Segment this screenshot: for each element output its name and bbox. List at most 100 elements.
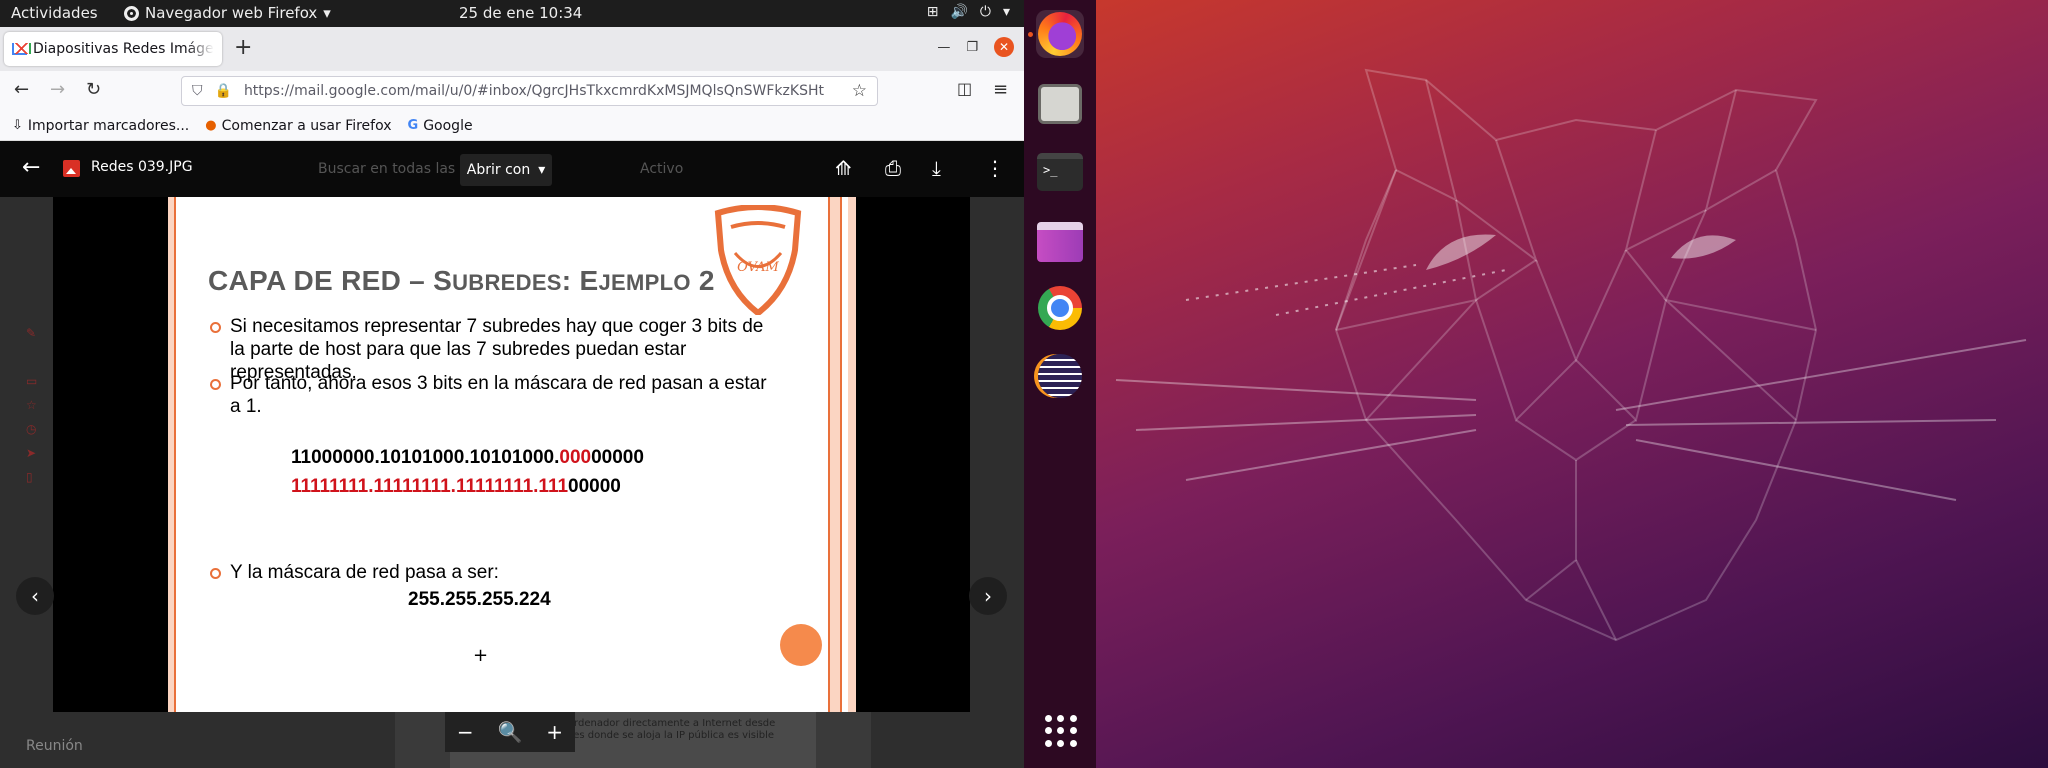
- viewer-toolbar: ← Redes 039.JPG Buscar en todas las Acti…: [0, 141, 1024, 197]
- slide-frame-right-inner: [828, 197, 842, 712]
- zoom-reset-icon[interactable]: 🔍: [498, 720, 523, 744]
- slide-bullet: Por tanto, ahora esos 3 bits en la másca…: [208, 372, 768, 418]
- add-to-drive-icon[interactable]: ⟰: [835, 156, 852, 180]
- dock-chrome[interactable]: [1036, 284, 1084, 332]
- desktop-wallpaper: [1096, 0, 2048, 768]
- software-store-icon: [1037, 222, 1083, 262]
- files-icon: [1038, 84, 1082, 124]
- binary-segment: 11111111.11111111.11111111.111: [291, 476, 569, 497]
- google-icon: G: [407, 118, 419, 133]
- slide-orange-circle: [780, 624, 822, 666]
- ubuntu-dock: >_: [1024, 0, 1096, 768]
- minimize-icon[interactable]: —: [937, 40, 950, 55]
- cat-illustration: [1115, 68, 2027, 642]
- ghost-status-text: Activo: [640, 161, 684, 177]
- maximize-icon[interactable]: ❐: [966, 40, 978, 55]
- show-applications-icon[interactable]: [1045, 715, 1077, 747]
- binary-ip-line: 11000000.10101000.10101000.00000000: [291, 447, 644, 469]
- slide-title-part: CAPA DE RED – S: [208, 265, 453, 296]
- bookmark-getting-started[interactable]: ● Comenzar a usar Firefox: [205, 118, 391, 134]
- file-name: Redes 039.JPG: [91, 159, 193, 175]
- svg-text:OVAM: OVAM: [737, 260, 779, 275]
- open-with-button[interactable]: Abrir con ▾: [460, 154, 552, 186]
- slide-bullet: Y la máscara de red pasa a ser:: [208, 561, 768, 584]
- new-tab-button[interactable]: +: [234, 35, 252, 60]
- previous-image-button[interactable]: ‹: [16, 577, 54, 615]
- back-arrow-icon[interactable]: ←: [22, 155, 40, 180]
- dock-software[interactable]: [1036, 218, 1084, 266]
- slide-page: OVAM CAPA DE RED – SUBREDES: EJEMPLO 2 S…: [168, 197, 856, 712]
- slide-image: OVAM CAPA DE RED – SUBREDES: EJEMPLO 2 S…: [53, 197, 970, 712]
- zoom-out-button[interactable]: −: [457, 720, 474, 744]
- open-with-label: Abrir con: [466, 162, 531, 178]
- gmail-sidebar-ghost: ✎ ▭ ☆ ◷ ➤ ▯: [26, 326, 38, 484]
- url-bar[interactable]: ⛉ 🔒 https://mail.google.com/mail/u/0/#in…: [181, 76, 878, 106]
- back-arrow-icon[interactable]: ←: [14, 79, 29, 100]
- bookmark-google[interactable]: G Google: [408, 118, 473, 134]
- browser-tab[interactable]: Diapositivas Redes Imágenes: [4, 32, 222, 66]
- lock-icon[interactable]: 🔒: [215, 83, 232, 99]
- dock-firefox[interactable]: [1028, 10, 1084, 58]
- binary-segment: 00000: [568, 476, 621, 497]
- university-logo: OVAM: [714, 205, 802, 315]
- bookmark-import[interactable]: ⇩ Importar marcadores...: [12, 118, 189, 134]
- bookmark-label: Google: [423, 117, 473, 134]
- binary-segment: 00000: [591, 447, 644, 468]
- bookmark-star-icon[interactable]: ☆: [852, 81, 867, 101]
- window-controls: — ❐ ✕: [937, 37, 1014, 57]
- app-menu-label: Navegador web Firefox: [145, 4, 318, 22]
- print-icon[interactable]: ⎙: [885, 156, 901, 180]
- binary-segment: 11000000.10101000.10101000.: [291, 447, 560, 468]
- system-tray[interactable]: ⊞ 🔊 ⏻ ▾: [927, 4, 1010, 20]
- power-icon: ⏻: [979, 4, 991, 20]
- next-image-button[interactable]: ›: [969, 577, 1007, 615]
- gmail-icon: [12, 43, 31, 55]
- clock[interactable]: 25 de ene 10:34: [459, 4, 582, 22]
- subnet-mask-value: 255.255.255.224: [408, 589, 551, 610]
- navigation-bar: ← → ↻ ⛉ 🔒 https://mail.google.com/mail/u…: [0, 71, 1024, 111]
- bookmarks-toolbar: ⇩ Importar marcadores... ● Comenzar a us…: [0, 111, 1024, 141]
- ghost-search-text: Buscar en todas las: [318, 161, 456, 177]
- binary-segment: 000: [559, 447, 592, 468]
- zoom-controls: − 🔍 +: [445, 712, 575, 752]
- network-icon: ⊞: [926, 4, 939, 20]
- slide-title-part: 2: [690, 265, 715, 296]
- pocket-icon[interactable]: ◫: [957, 79, 972, 98]
- terminal-icon: >_: [1037, 153, 1083, 191]
- bookmark-label: Importar marcadores...: [27, 117, 190, 134]
- image-viewer: ✎▭☆◷➤▯ Reunión Para conectar un ordenado…: [0, 141, 1024, 768]
- dock-files[interactable]: [1036, 80, 1084, 128]
- activities-button[interactable]: Actividades: [11, 4, 98, 22]
- slide-title-part: JEMPLO: [598, 270, 691, 295]
- image-file-icon: [63, 160, 80, 177]
- reload-icon[interactable]: ↻: [86, 79, 101, 100]
- chrome-icon: [1038, 286, 1082, 330]
- shield-icon[interactable]: ⛉: [192, 83, 203, 99]
- download-icon[interactable]: ⤓: [932, 156, 941, 180]
- import-icon: ⇩: [12, 118, 23, 133]
- dock-eclipse[interactable]: [1036, 352, 1084, 400]
- app-menu[interactable]: Navegador web Firefox ▾: [124, 4, 331, 22]
- slide-frame-left: [168, 197, 176, 712]
- slide-title-part: UBREDES: [452, 270, 562, 295]
- dock-terminal[interactable]: >_: [1036, 148, 1084, 196]
- firefox-small-icon: [124, 5, 139, 21]
- slide-title: CAPA DE RED – SUBREDES: EJEMPLO 2: [208, 265, 715, 297]
- top-bar: Actividades Navegador web Firefox ▾ 25 d…: [0, 0, 1024, 27]
- more-options-icon[interactable]: ⋮: [985, 156, 1005, 180]
- menu-icon[interactable]: ≡: [993, 79, 1008, 100]
- volume-icon: 🔊: [950, 4, 968, 20]
- running-indicator: [1028, 32, 1033, 37]
- firefox-icon: ●: [205, 118, 217, 133]
- slide-plus-sign: +: [473, 645, 489, 666]
- tab-bar: Diapositivas Redes Imágenes + — ❐ ✕: [0, 27, 1024, 71]
- slide-frame-right: [848, 197, 856, 712]
- bookmark-label: Comenzar a usar Firefox: [221, 117, 392, 134]
- close-window-icon[interactable]: ✕: [994, 37, 1014, 57]
- forward-arrow-icon[interactable]: →: [50, 79, 65, 100]
- tab-title: Diapositivas Redes Imágenes: [33, 41, 214, 57]
- zoom-in-button[interactable]: +: [546, 720, 563, 744]
- meet-section-label: Reunión: [26, 738, 83, 754]
- chevron-down-icon: ▾: [1002, 4, 1010, 20]
- binary-mask-line: 11111111.11111111.11111111.11100000: [291, 476, 621, 498]
